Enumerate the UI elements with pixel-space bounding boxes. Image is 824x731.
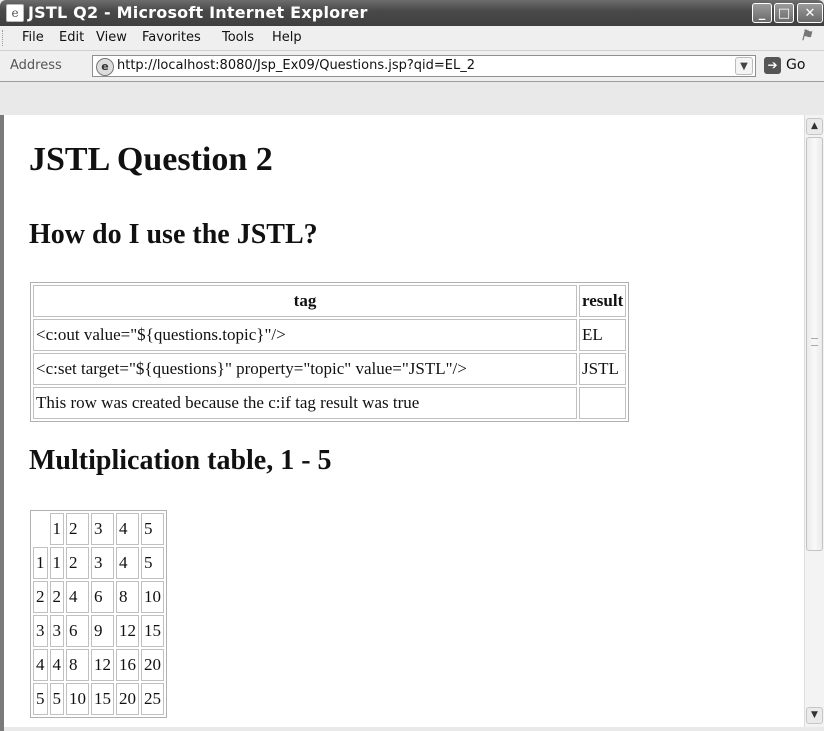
header-tag: tag bbox=[33, 285, 577, 317]
table-row: <c:out value="${questions.topic}"/> EL bbox=[33, 319, 627, 351]
minimize-button[interactable]: _ bbox=[752, 3, 772, 23]
browser-window: e JSTL Q2 - Microsoft Internet Explorer … bbox=[0, 0, 824, 731]
table-cell: 6 bbox=[91, 581, 114, 613]
table-cell: 3 bbox=[91, 547, 114, 579]
table-cell: 3 bbox=[91, 513, 114, 545]
table-cell: 9 bbox=[91, 615, 114, 647]
table-cell: 8 bbox=[116, 581, 139, 613]
table-cell: EL bbox=[579, 319, 627, 351]
ie-globe-icon: e bbox=[96, 58, 114, 76]
address-dropdown-icon[interactable]: ▼ bbox=[735, 57, 753, 75]
table-row: <c:set target="${questions}" property="t… bbox=[33, 353, 627, 385]
close-button[interactable]: ✕ bbox=[797, 3, 823, 23]
table-header-row: tag result bbox=[33, 285, 627, 317]
table-cell: 4 bbox=[116, 547, 139, 579]
table-row: 3 3 6 9 12 15 bbox=[33, 615, 164, 647]
scroll-up-icon[interactable]: ▲ bbox=[806, 118, 823, 135]
maximize-button[interactable]: □ bbox=[774, 3, 794, 23]
table-row: 1 1 2 3 4 5 bbox=[33, 547, 164, 579]
table-cell: 15 bbox=[141, 615, 164, 647]
menu-edit[interactable]: Edit bbox=[59, 30, 84, 45]
table-cell bbox=[579, 387, 627, 419]
scroll-down-icon[interactable]: ▼ bbox=[806, 707, 823, 724]
header-result: result bbox=[579, 285, 627, 317]
menu-view[interactable]: View bbox=[96, 30, 127, 45]
table-cell: 5 bbox=[33, 683, 48, 715]
table-cell: 3 bbox=[33, 615, 48, 647]
question-heading: How do I use the JSTL? bbox=[29, 219, 318, 250]
table-cell: 12 bbox=[116, 615, 139, 647]
page-heading: JSTL Question 2 bbox=[29, 141, 273, 178]
table-cell: <c:set target="${questions}" property="t… bbox=[33, 353, 577, 385]
table-cell: 8 bbox=[66, 649, 89, 681]
window-title: JSTL Q2 - Microsoft Internet Explorer bbox=[28, 3, 368, 22]
menu-tools[interactable]: Tools bbox=[222, 30, 254, 45]
vertical-scrollbar[interactable]: ▲ ▼ bbox=[804, 115, 824, 727]
table-cell: <c:out value="${questions.topic}"/> bbox=[33, 319, 577, 351]
table-header-row: 1 2 3 4 5 bbox=[33, 513, 164, 545]
multiplication-heading: Multiplication table, 1 - 5 bbox=[29, 445, 332, 476]
thumb-grip bbox=[811, 338, 818, 346]
multiplication-table: 1 2 3 4 5 1 1 2 3 4 5 2 2 4 6 8 10 3 3 6… bbox=[30, 510, 167, 718]
table-cell: 20 bbox=[141, 649, 164, 681]
table-cell: This row was created because the c:if ta… bbox=[33, 387, 577, 419]
table-cell: 1 bbox=[33, 547, 48, 579]
table-row: This row was created because the c:if ta… bbox=[33, 387, 627, 419]
scroll-thumb[interactable] bbox=[806, 137, 823, 551]
title-bar[interactable]: e JSTL Q2 - Microsoft Internet Explorer … bbox=[0, 0, 824, 26]
table-row: 2 2 4 6 8 10 bbox=[33, 581, 164, 613]
table-cell: 5 bbox=[141, 513, 164, 545]
menu-help[interactable]: Help bbox=[272, 30, 302, 45]
table-cell: 6 bbox=[66, 615, 89, 647]
table-cell: 25 bbox=[141, 683, 164, 715]
menu-file[interactable]: File bbox=[22, 30, 44, 45]
go-button[interactable]: ➔ Go bbox=[764, 56, 820, 76]
jstl-table: tag result <c:out value="${questions.top… bbox=[30, 282, 630, 422]
go-arrow-icon: ➔ bbox=[764, 57, 781, 74]
table-cell: 15 bbox=[91, 683, 114, 715]
table-row: 5 5 10 15 20 25 bbox=[33, 683, 164, 715]
table-cell: JSTL bbox=[579, 353, 627, 385]
table-cell: 2 bbox=[66, 513, 89, 545]
table-cell: 2 bbox=[49, 581, 64, 613]
table-cell: 1 bbox=[49, 547, 64, 579]
ie-page-icon: e bbox=[6, 4, 24, 22]
menu-bar: File Edit View Favorites Tools Help ⚑ bbox=[0, 26, 824, 51]
address-url[interactable]: http://localhost:8080/Jsp_Ex09/Questions… bbox=[117, 58, 475, 73]
table-cell: 4 bbox=[66, 581, 89, 613]
address-bar: Address e http://localhost:8080/Jsp_Ex09… bbox=[0, 51, 824, 82]
windows-flag-icon: ⚑ bbox=[799, 28, 813, 44]
go-label: Go bbox=[786, 57, 806, 73]
table-cell: 4 bbox=[33, 649, 48, 681]
table-cell: 5 bbox=[141, 547, 164, 579]
table-cell: 5 bbox=[49, 683, 64, 715]
table-cell: 2 bbox=[66, 547, 89, 579]
page-content: JSTL Question 2 How do I use the JSTL? t… bbox=[4, 115, 804, 727]
table-cell: 4 bbox=[49, 649, 64, 681]
table-cell: 20 bbox=[116, 683, 139, 715]
address-label: Address bbox=[10, 58, 62, 73]
menu-favorites[interactable]: Favorites bbox=[142, 30, 201, 45]
table-cell: 3 bbox=[49, 615, 64, 647]
table-cell: 2 bbox=[33, 581, 48, 613]
table-cell: 1 bbox=[49, 513, 64, 545]
table-cell: 16 bbox=[116, 649, 139, 681]
table-cell: 12 bbox=[91, 649, 114, 681]
table-cell: 10 bbox=[66, 683, 89, 715]
table-cell: 4 bbox=[116, 513, 139, 545]
table-cell bbox=[33, 513, 48, 545]
table-row: 4 4 8 12 16 20 bbox=[33, 649, 164, 681]
toolbar-grip[interactable] bbox=[2, 30, 6, 46]
table-cell: 10 bbox=[141, 581, 164, 613]
address-input[interactable]: e http://localhost:8080/Jsp_Ex09/Questio… bbox=[92, 55, 756, 77]
